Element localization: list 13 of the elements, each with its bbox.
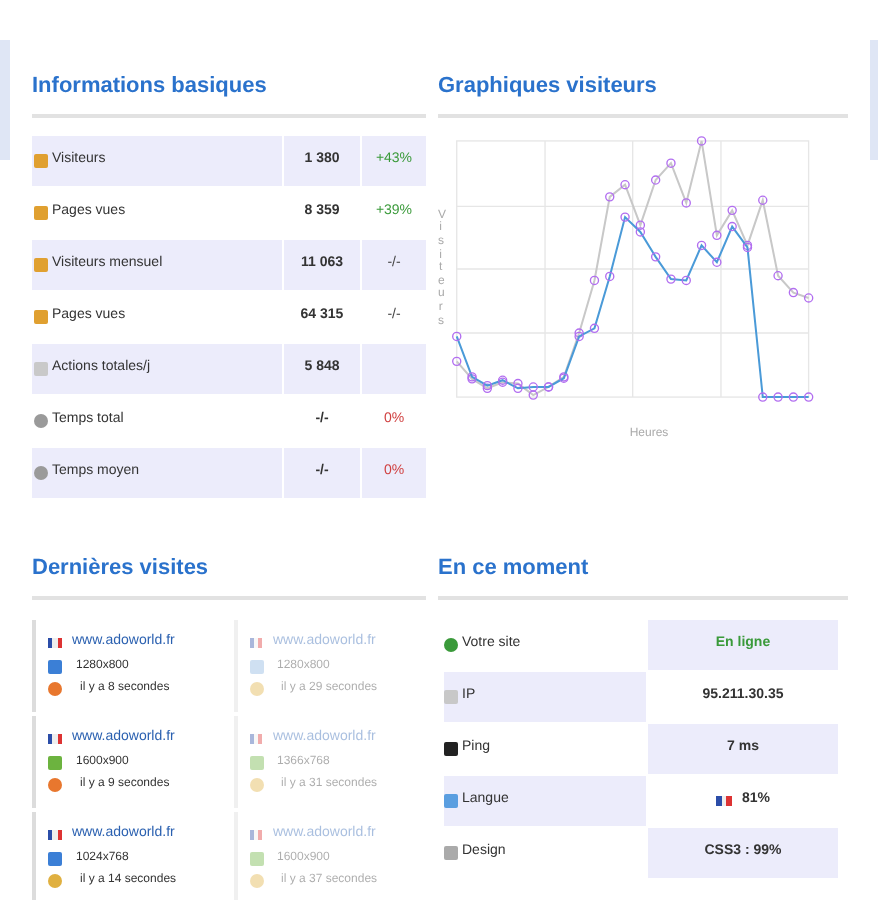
section-title: Informations basiques — [32, 72, 267, 100]
flag-icon — [715, 796, 732, 806]
section-title: En ce moment — [438, 554, 589, 582]
section-title: Dernières visites — [32, 554, 209, 582]
flag-icon — [48, 829, 62, 840]
flag-icon — [48, 733, 62, 744]
flag-icon — [249, 733, 263, 744]
side-panel — [0, 40, 10, 160]
section-title: Graphiques visiteurs — [438, 72, 657, 100]
flag-icon — [249, 637, 263, 648]
flag-icon — [249, 829, 263, 840]
flag-icon — [48, 637, 62, 648]
side-panel — [870, 40, 878, 160]
